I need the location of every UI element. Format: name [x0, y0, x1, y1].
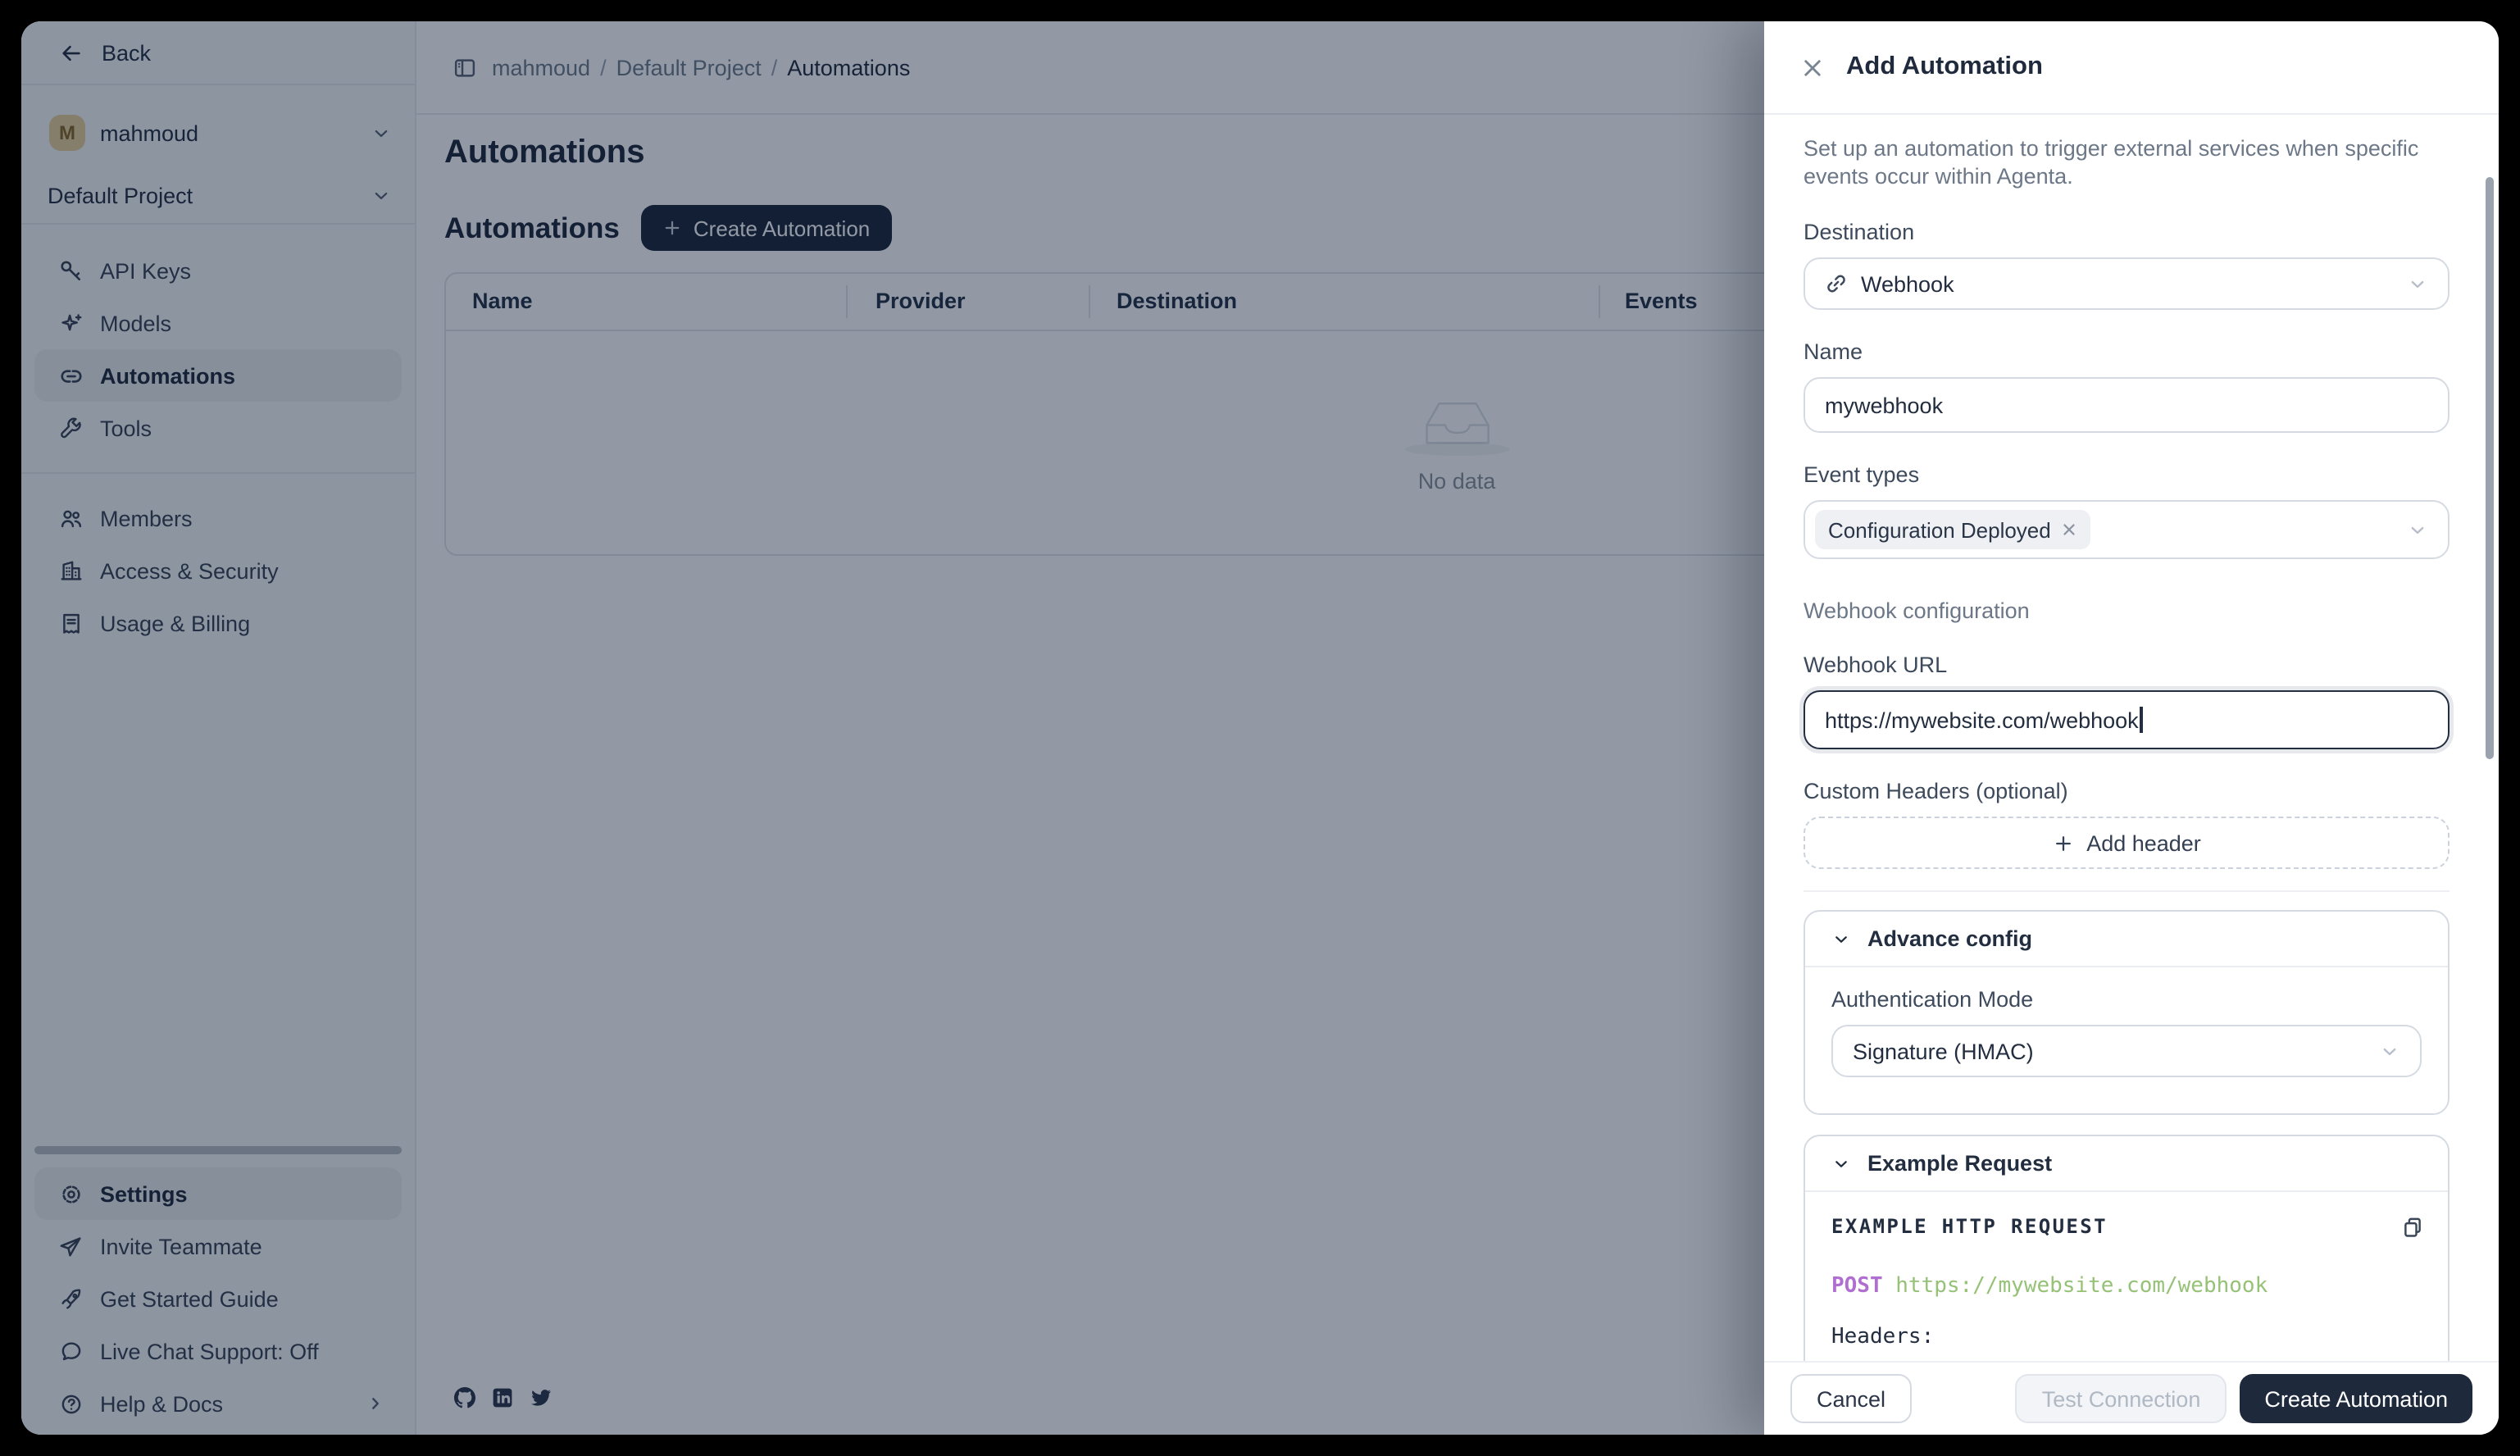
chevron-down-icon	[2407, 273, 2428, 294]
cancel-button[interactable]: Cancel	[1790, 1374, 1912, 1423]
name-label: Name	[1804, 339, 2449, 364]
name-value: mywebhook	[1825, 393, 1943, 417]
webhook-url-label: Webhook URL	[1804, 653, 2449, 677]
text-caret	[2140, 707, 2143, 733]
advance-config-panel: Advance config Authentication Mode Signa…	[1804, 910, 2449, 1115]
webhook-configuration-heading: Webhook configuration	[1804, 598, 2449, 623]
auth-mode-label: Authentication Mode	[1831, 987, 2422, 1012]
tag-close-icon[interactable]	[2061, 521, 2077, 538]
chevron-down-icon	[2407, 519, 2428, 540]
test-connection-button[interactable]: Test Connection	[2016, 1374, 2227, 1423]
copy-icon[interactable]	[2400, 1215, 2425, 1240]
screen: Back M mahmoud Default Project API K	[0, 0, 2520, 1456]
http-method: POST	[1831, 1274, 1883, 1299]
auth-mode-value: Signature (HMAC)	[1853, 1039, 2034, 1063]
name-input[interactable]: mywebhook	[1804, 377, 2449, 433]
chevron-down-icon	[1831, 929, 1851, 949]
example-request-toggle[interactable]: Example Request	[1805, 1136, 2448, 1192]
app-window: Back M mahmoud Default Project API K	[21, 21, 2499, 1435]
code-partial-line: Headers:	[1831, 1325, 2422, 1349]
custom-headers-label: Custom Headers (optional)	[1804, 779, 2449, 803]
code-heading: EXAMPLE HTTP REQUEST	[1831, 1215, 2422, 1238]
webhook-url-input[interactable]: https://mywebsite.com/webhook	[1804, 690, 2449, 749]
add-automation-drawer: Add Automation Set up an automation to t…	[1764, 21, 2499, 1435]
destination-value: Webhook	[1861, 271, 1954, 296]
event-type-tag: Configuration Deployed	[1815, 510, 2090, 549]
drawer-scrollbar[interactable]	[2486, 177, 2494, 759]
chevron-down-icon	[1831, 1153, 1851, 1173]
drawer-header: Add Automation	[1764, 21, 2499, 115]
drawer-title: Add Automation	[1846, 52, 2043, 82]
webhook-url-value: https://mywebsite.com/webhook	[1825, 708, 2139, 732]
drawer-description: Set up an automation to trigger external…	[1804, 134, 2449, 190]
drawer-body: Set up an automation to trigger external…	[1764, 115, 2499, 1435]
link-icon	[1825, 272, 1848, 295]
destination-label: Destination	[1804, 220, 2449, 244]
add-header-button[interactable]: Add header	[1804, 817, 2449, 869]
drawer-divider	[1804, 890, 2449, 892]
event-types-label: Event types	[1804, 462, 2449, 487]
drawer-footer: Cancel Test Connection Create Automation	[1764, 1361, 2499, 1435]
advance-config-toggle[interactable]: Advance config	[1805, 912, 2448, 967]
auth-mode-select[interactable]: Signature (HMAC)	[1831, 1025, 2422, 1077]
chevron-down-icon	[2379, 1040, 2400, 1062]
request-url: https://mywebsite.com/webhook	[1895, 1274, 2268, 1299]
event-types-select[interactable]: Configuration Deployed	[1804, 500, 2449, 559]
code-request-line: POST https://mywebsite.com/webhook	[1831, 1274, 2422, 1299]
destination-select[interactable]: Webhook	[1804, 257, 2449, 310]
plus-icon	[2052, 832, 2073, 853]
create-automation-submit-button[interactable]: Create Automation	[2240, 1374, 2472, 1423]
close-icon[interactable]	[1800, 55, 1825, 80]
